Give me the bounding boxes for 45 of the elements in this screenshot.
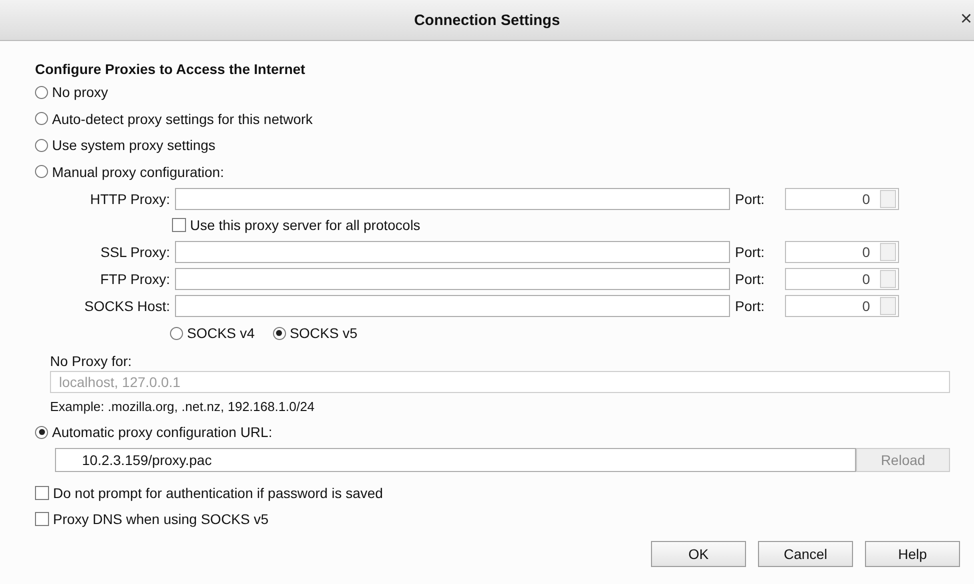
radio-button[interactable] — [35, 165, 48, 178]
dialog-button[interactable]: Help — [865, 540, 960, 566]
radio-button[interactable] — [35, 138, 48, 152]
field-label: FTP Proxy: — [99, 270, 170, 286]
proxy-host-field[interactable] — [175, 268, 730, 290]
field-label: Port: — [735, 298, 766, 314]
port-field[interactable]: 0 — [785, 240, 899, 262]
port-field[interactable]: 0 — [785, 188, 899, 210]
field-label: SOCKS Host: — [83, 298, 170, 314]
radio-button[interactable] — [170, 326, 183, 340]
proxy-host-field[interactable] — [175, 294, 730, 316]
field-label: HTTP Proxy: — [89, 190, 170, 206]
radio-label: Automatic proxy configuration URL: — [52, 424, 272, 440]
port-field[interactable]: 0 — [785, 294, 899, 316]
dialog-button[interactable]: Cancel — [758, 540, 853, 566]
port-field[interactable]: 0 — [785, 268, 899, 290]
close-button[interactable]: × — [958, 8, 974, 31]
radio-button[interactable] — [35, 426, 48, 439]
example-text: Example: .mozilla.org, .net.nz, 192.168.1.0/24 — [50, 398, 314, 414]
url-field[interactable]: 10.2.3.159/proxy.pac — [55, 448, 856, 472]
checkbox[interactable] — [35, 486, 49, 500]
checkbox[interactable] — [35, 512, 49, 526]
window-title: Connection Settings — [414, 12, 560, 28]
radio-label: Manual proxy configuration: — [52, 164, 224, 180]
field-label: SSL Proxy: — [99, 244, 170, 260]
proxy-host-field[interactable] — [175, 240, 730, 262]
radio-label: Auto-detect proxy settings for this network — [52, 110, 313, 127]
section-heading: Configure Proxies to Access the Internet — [35, 61, 306, 77]
field-label: Port: — [735, 270, 766, 286]
checkbox-label: Do not prompt for authentication if password is saved — [53, 484, 383, 501]
field-label: Port: — [735, 244, 766, 260]
radio-label: SOCKS v4 — [187, 325, 255, 341]
dialog-button[interactable]: OK — [651, 540, 746, 566]
radio-label: No proxy — [52, 84, 108, 100]
radio-label: Use system proxy settings — [52, 137, 216, 154]
proxy-host-field[interactable] — [175, 188, 730, 210]
checkbox[interactable] — [172, 218, 186, 232]
radio-button[interactable] — [272, 326, 286, 340]
radio-button[interactable] — [35, 112, 48, 126]
radio-label: SOCKS v5 — [290, 325, 358, 341]
field-label: Port: — [735, 190, 766, 206]
checkbox-label: Use this proxy server for all protocols — [190, 217, 420, 233]
field-label: No Proxy for: — [50, 353, 132, 369]
radio-button[interactable] — [35, 86, 48, 99]
checkbox-label: Proxy DNS when using SOCKS v5 — [53, 511, 269, 528]
